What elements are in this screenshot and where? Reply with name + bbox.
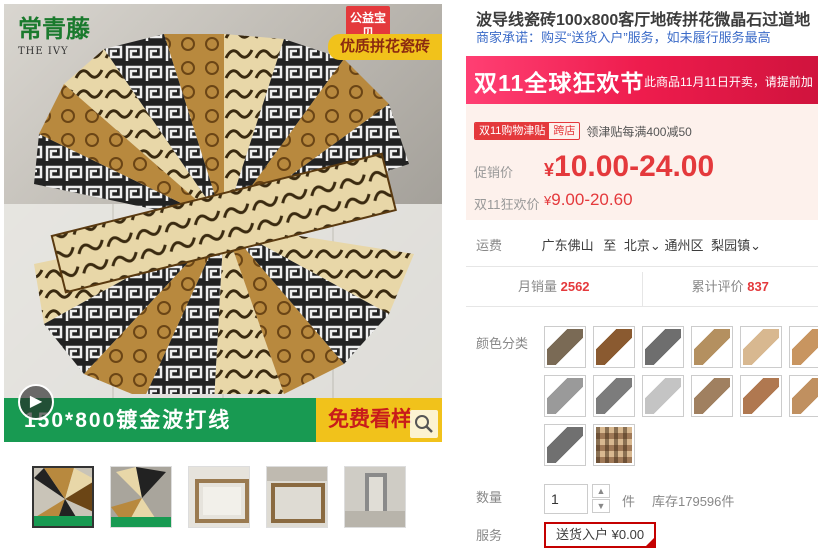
thumbnail-2[interactable]: [110, 466, 172, 528]
review-count-label: 累计评价: [691, 279, 744, 294]
monthly-sales-value: 2562: [560, 279, 590, 294]
monthly-sales-label: 月销量: [517, 279, 557, 294]
color-swatch[interactable]: [789, 326, 818, 368]
service-label-text: 服务: [476, 528, 503, 543]
chevron-down-icon: ⌄: [649, 238, 661, 253]
quantity-label: 数量: [476, 487, 538, 506]
thumbnail-1[interactable]: [32, 466, 94, 528]
color-swatch[interactable]: [593, 424, 635, 466]
swatch-tile-band: [792, 329, 818, 365]
brand-name-en: THE IVY: [18, 46, 69, 57]
color-swatch[interactable]: [789, 375, 818, 417]
double11-banner-text: 双11全球狂欢节: [474, 70, 645, 96]
swatch-tile-band: [694, 329, 730, 365]
chevron-down-icon: ⌄: [750, 238, 762, 253]
review-count-value: 837: [747, 279, 769, 294]
color-swatch[interactable]: [740, 375, 782, 417]
sales-stats: 月销量 2562 累计评价 837: [466, 272, 818, 306]
color-swatch[interactable]: [593, 326, 635, 368]
zoom-icon[interactable]: [410, 410, 438, 438]
shipping-city: 北京: [623, 238, 650, 253]
quantity-decrease-button[interactable]: ▼: [592, 499, 610, 513]
quantity-label-text: 数量: [476, 490, 503, 505]
promo-price: ¥10.00-24.00: [544, 150, 714, 184]
swatch-tile-band: [645, 378, 681, 414]
color-swatch[interactable]: [691, 375, 733, 417]
color-swatch[interactable]: [544, 375, 586, 417]
coupon-row[interactable]: 双11购物津贴 跨店 领津贴每满400减50: [474, 122, 692, 140]
double11-banner-note: 此商品11月11日开卖，请提前加: [644, 75, 813, 89]
swatch-tile-band: [596, 427, 632, 463]
play-icon[interactable]: ▶: [18, 384, 54, 420]
monthly-sales: 月销量 2562: [466, 272, 642, 306]
color-swatch[interactable]: [544, 424, 586, 466]
coupon-text: 领津贴每满400减50: [586, 124, 692, 139]
coupon-tag-cross: 跨店: [553, 125, 576, 137]
double11-banner[interactable]: 双11全球狂欢节 此商品11月11日开卖，请提前加: [466, 56, 818, 104]
shipping-row: 运费 广东佛山 至 北京⌄ 通州区 梨园镇⌄: [476, 235, 761, 254]
stock-count: 库存179596件: [652, 494, 735, 509]
color-swatch[interactable]: [691, 326, 733, 368]
color-label-text: 颜色分类: [476, 336, 529, 351]
thumbnail-3[interactable]: [188, 466, 250, 528]
quantity-unit: 件: [622, 494, 636, 509]
swatch-tile-band: [596, 329, 632, 365]
shipping-town-select[interactable]: 梨园镇⌄: [711, 238, 761, 253]
shipping-label: 运费: [476, 238, 503, 253]
shipping-from: 广东佛山: [541, 238, 594, 253]
bottom-caption: 150*800镀金波打线: [24, 409, 232, 432]
service-label: 服务: [476, 525, 538, 544]
currency-symbol: ¥: [544, 160, 555, 180]
shipping-to-label: 至: [603, 238, 617, 253]
shipping-town: 梨园镇: [711, 238, 751, 253]
price-box: 双11购物津贴 跨店 领津贴每满400减50 促销价 ¥10.00-24.00 …: [466, 104, 818, 220]
d11-price-value: 9.00-20.60: [551, 190, 633, 209]
promo-price-label: 促销价: [474, 165, 514, 180]
swatch-tile-band: [645, 329, 681, 365]
shipping-city-select[interactable]: 北京⌄: [624, 238, 661, 253]
swatch-tile-band: [547, 378, 583, 414]
color-swatch[interactable]: [740, 326, 782, 368]
quantity-increase-button[interactable]: ▲: [592, 484, 610, 498]
review-count[interactable]: 累计评价 837: [641, 272, 818, 306]
product-page: 常青藤 THE IVY 公益宝贝 优质拼花瓷砖 150*800镀金波打线 免费看…: [0, 0, 818, 550]
thumbnail-5[interactable]: [344, 466, 406, 528]
thumbnail-strip: [32, 466, 406, 528]
quantity-input[interactable]: 1: [544, 484, 588, 514]
swatch-tile-band: [743, 378, 779, 414]
color-label: 颜色分类: [476, 333, 538, 352]
divider: [466, 266, 818, 267]
promo-price-value: 10.00-24.00: [554, 150, 715, 183]
coupon-tag-main: 双11购物津贴: [475, 123, 550, 139]
service-option-delivery[interactable]: 送货入户 ¥0.00: [544, 522, 657, 548]
shipping-district[interactable]: 通州区: [664, 238, 703, 253]
color-swatch[interactable]: [642, 326, 684, 368]
swatch-tile-band: [547, 329, 583, 365]
divider: [466, 306, 818, 307]
swatch-tile-band: [547, 427, 583, 463]
swatch-tile-band: [743, 329, 779, 365]
swatch-tile-band: [694, 378, 730, 414]
merchant-promise[interactable]: 商家承诺：购买“送货入户”服务，如未履行服务最高: [476, 27, 818, 46]
brand-logo: 常青藤 THE IVY: [18, 16, 98, 108]
color-swatch[interactable]: [544, 326, 586, 368]
d11-price: ¥9.00-20.60: [544, 190, 633, 210]
swatch-tile-band: [792, 378, 818, 414]
coupon-tag: 双11购物津贴 跨店: [474, 122, 581, 140]
swatch-tile-band: [596, 378, 632, 414]
color-swatch[interactable]: [593, 375, 635, 417]
d11-price-label: 双11狂欢价: [474, 197, 540, 212]
color-swatch[interactable]: [642, 375, 684, 417]
main-product-image[interactable]: 常青藤 THE IVY 公益宝贝 优质拼花瓷砖 150*800镀金波打线 免费看…: [4, 4, 442, 442]
top-slogan: 优质拼花瓷砖: [327, 34, 442, 60]
thumbnail-4[interactable]: [266, 466, 328, 528]
brand-name-cn: 常青藤: [18, 14, 90, 43]
